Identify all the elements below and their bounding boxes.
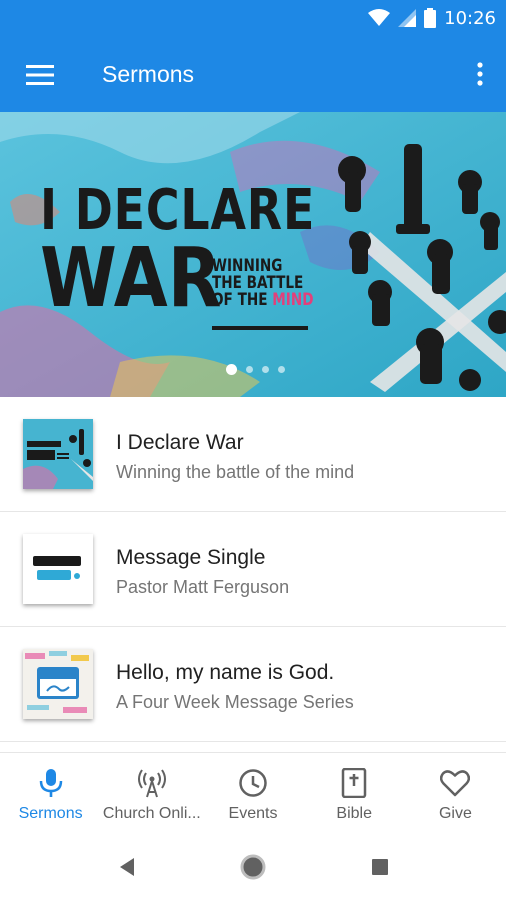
sermon-subtitle: A Four Week Message Series	[116, 692, 354, 712]
status-bar: 10:26	[0, 0, 506, 36]
home-circle-icon	[240, 854, 266, 880]
nav-label: Sermons	[18, 805, 83, 822]
sermon-thumbnail	[23, 534, 93, 604]
list-item[interactable]: I Declare War Winning the battle of the …	[0, 397, 506, 512]
i-declare-war-thumbnail-art	[23, 419, 93, 489]
hello-my-name-is-god-thumbnail-art	[23, 649, 93, 719]
banner-subtitle: WINNING THE BATTLE OF THE MIND	[212, 258, 314, 309]
banner-underline	[212, 326, 308, 330]
featured-banner[interactable]: I DECLARE WAR WINNING THE BATTLE OF THE …	[0, 112, 506, 397]
sermon-list: I Declare War Winning the battle of the …	[0, 397, 506, 742]
list-item[interactable]: Message Single Pastor Matt Ferguson	[0, 512, 506, 627]
banner-subtitle-highlight: MIND	[272, 290, 314, 310]
nav-label: Events	[228, 805, 278, 822]
sermon-subtitle: Pastor Matt Ferguson	[116, 577, 290, 597]
nav-label: Give	[438, 805, 472, 822]
back-triangle-icon	[120, 858, 134, 876]
sermon-title: Message Single	[116, 546, 266, 569]
nav-item-sermons[interactable]: Sermons	[0, 753, 101, 834]
sermon-thumbnail	[23, 649, 93, 719]
system-navigation-bar	[0, 834, 506, 900]
banner-title: I DECLARE WAR	[40, 182, 376, 320]
carousel-dot[interactable]	[245, 366, 253, 373]
nav-item-events[interactable]: Events	[202, 753, 303, 834]
sermon-title: Hello, my name is God.	[116, 661, 335, 684]
back-button[interactable]	[112, 852, 142, 882]
nav-label: Church Onli...	[102, 805, 201, 822]
carousel-dot[interactable]	[277, 366, 285, 373]
recents-button[interactable]	[365, 852, 395, 882]
home-button[interactable]	[238, 852, 268, 882]
nav-item-bible[interactable]: Bible	[304, 753, 405, 834]
carousel-dot[interactable]	[261, 366, 269, 373]
sermon-thumbnail	[23, 419, 93, 489]
app-bar: Sermons	[0, 36, 506, 112]
message-single-thumbnail-art	[23, 534, 93, 604]
more-vert-icon	[477, 62, 483, 86]
broadcast-icon	[136, 767, 168, 799]
status-icons: 10:26	[368, 6, 496, 30]
signal-icon	[398, 9, 417, 27]
carousel-dot-active[interactable]	[225, 364, 237, 375]
status-time: 10:26	[444, 7, 496, 29]
sermon-subtitle: Winning the battle of the mind	[116, 462, 355, 482]
mic-icon	[35, 767, 67, 799]
wifi-icon	[368, 9, 391, 26]
banner-subtitle-line3: OF THE MIND	[212, 292, 314, 309]
overflow-menu-button[interactable]	[468, 58, 492, 90]
nav-item-church-online[interactable]: Church Onli...	[101, 753, 202, 834]
bottom-navigation: Sermons Church Onli... Events Bible Give	[0, 752, 506, 834]
hamburger-icon	[26, 65, 54, 85]
banner-subtitle-prefix: OF THE	[212, 290, 273, 310]
clock-icon	[237, 767, 269, 799]
bible-icon	[338, 767, 370, 799]
heart-icon	[439, 767, 471, 799]
battery-icon	[424, 8, 437, 28]
carousel-indicator	[0, 364, 506, 375]
nav-item-give[interactable]: Give	[405, 753, 506, 834]
menu-button[interactable]	[20, 60, 60, 90]
recents-square-icon	[372, 859, 388, 875]
sermon-title: I Declare War	[116, 431, 244, 454]
page-title: Sermons	[102, 61, 195, 87]
nav-label: Bible	[336, 805, 372, 822]
list-item[interactable]: Hello, my name is God. A Four Week Messa…	[0, 627, 506, 742]
